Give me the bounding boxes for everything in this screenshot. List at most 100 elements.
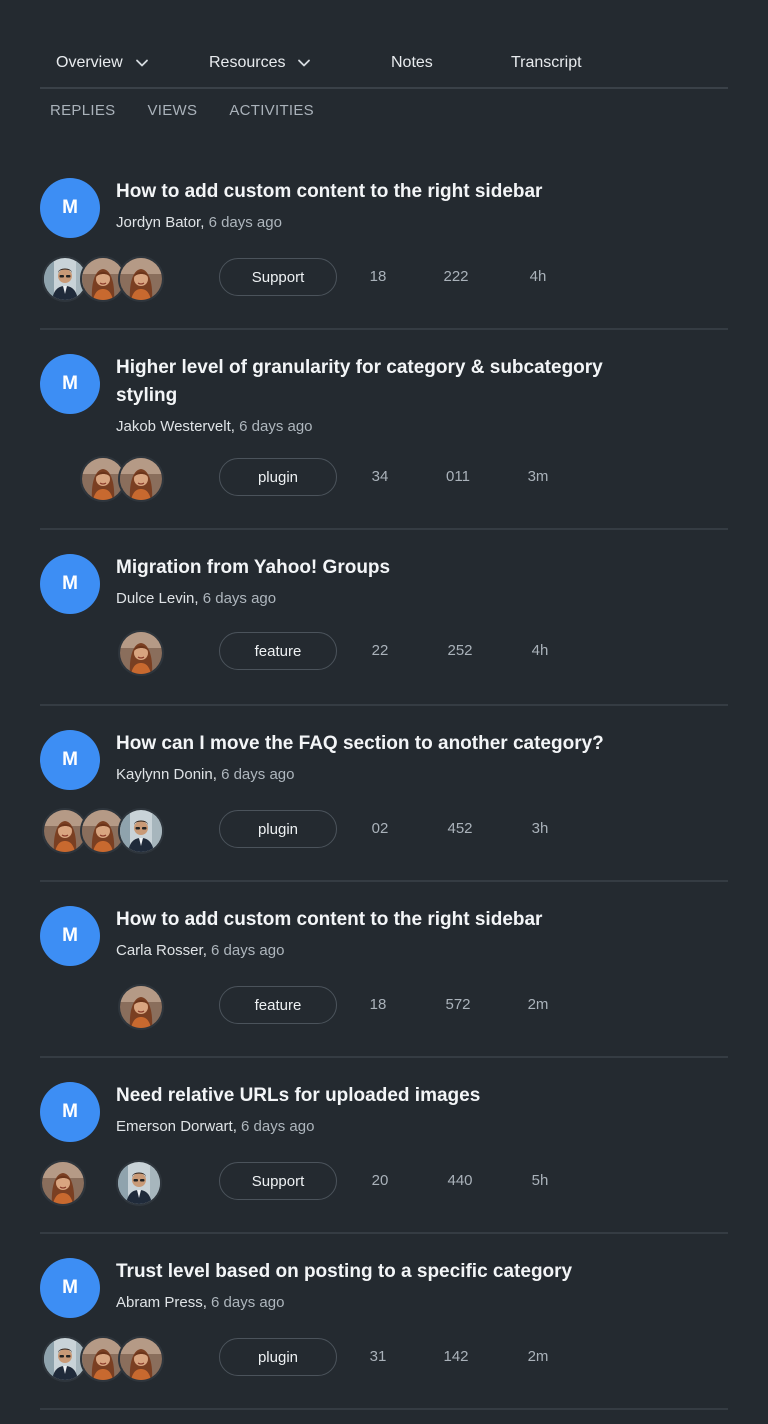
author-initial: M bbox=[62, 1101, 78, 1122]
column-tabs: REPLIES VIEWS ACTIVITIES bbox=[50, 102, 314, 119]
views-count: 142 bbox=[443, 1348, 469, 1365]
author-name[interactable]: Abram Press, bbox=[116, 1294, 207, 1311]
views-count: 452 bbox=[447, 820, 473, 837]
participants bbox=[40, 1336, 164, 1382]
tab-activities[interactable]: ACTIVITIES bbox=[229, 102, 314, 119]
author-initial: M bbox=[62, 197, 78, 218]
topic-meta: Kaylynn Donin, 6 days ago bbox=[116, 766, 294, 783]
author-avatar[interactable]: M bbox=[40, 554, 100, 614]
topic-title[interactable]: Trust level based on posting to a specif… bbox=[116, 1258, 616, 1286]
participant-avatar[interactable] bbox=[118, 1336, 164, 1382]
author-avatar[interactable]: M bbox=[40, 354, 100, 414]
topic-row[interactable]: M Trust level based on posting to a speci… bbox=[40, 1258, 728, 1410]
replies-count: 22 bbox=[371, 642, 389, 659]
nav-transcript[interactable]: Transcript bbox=[511, 54, 582, 72]
author-name[interactable]: Jordyn Bator, bbox=[116, 214, 204, 231]
activity-time[interactable]: 2m bbox=[513, 996, 563, 1013]
author-name[interactable]: Emerson Dorwart, bbox=[116, 1118, 237, 1135]
author-name[interactable]: Carla Rosser, bbox=[116, 942, 207, 959]
participants bbox=[40, 630, 164, 676]
category-tag[interactable]: plugin bbox=[219, 1338, 337, 1376]
topic-row[interactable]: M Higher level of granularity for categor… bbox=[40, 354, 728, 530]
participant-avatar[interactable] bbox=[118, 984, 164, 1030]
topic-title[interactable]: How can I move the FAQ section to anothe… bbox=[116, 730, 616, 758]
replies-count: 02 bbox=[371, 820, 389, 837]
author-initial: M bbox=[62, 573, 78, 594]
replies-count: 31 bbox=[369, 1348, 387, 1365]
tab-views[interactable]: VIEWS bbox=[147, 102, 197, 119]
author-avatar[interactable]: M bbox=[40, 1258, 100, 1318]
topic-list-page: Overview Resources Notes Transcript REPL… bbox=[0, 0, 768, 1424]
nav-transcript-label: Transcript bbox=[511, 54, 582, 71]
tab-replies[interactable]: REPLIES bbox=[50, 102, 115, 119]
category-tag[interactable]: feature bbox=[219, 632, 337, 670]
posted-time: 6 days ago bbox=[241, 1118, 315, 1135]
topic-meta: Emerson Dorwart, 6 days ago bbox=[116, 1118, 314, 1135]
author-name[interactable]: Dulce Levin, bbox=[116, 590, 199, 607]
topic-title[interactable]: How to add custom content to the right s… bbox=[116, 178, 616, 206]
views-count: 252 bbox=[447, 642, 473, 659]
participants bbox=[40, 984, 164, 1030]
category-tag[interactable]: feature bbox=[219, 986, 337, 1024]
topic-title[interactable]: Migration from Yahoo! Groups bbox=[116, 554, 616, 582]
author-initial: M bbox=[62, 925, 78, 946]
topic-meta: Abram Press, 6 days ago bbox=[116, 1294, 284, 1311]
activity-time[interactable]: 3m bbox=[513, 468, 563, 485]
topic-title[interactable]: Need relative URLs for uploaded images bbox=[116, 1082, 616, 1110]
author-initial: M bbox=[62, 1277, 78, 1298]
topic-row[interactable]: M How to add custom content to the right … bbox=[40, 178, 728, 330]
category-tag[interactable]: Support bbox=[219, 258, 337, 296]
posted-time: 6 days ago bbox=[239, 418, 313, 435]
author-name[interactable]: Jakob Westervelt, bbox=[116, 418, 235, 435]
topic-row[interactable]: M Migration from Yahoo! Groups Dulce Levin… bbox=[40, 554, 728, 706]
participant-avatar[interactable] bbox=[118, 256, 164, 302]
posted-time: 6 days ago bbox=[221, 766, 295, 783]
category-tag[interactable]: plugin bbox=[219, 810, 337, 848]
topic-row[interactable]: M Need relative URLs for uploaded images E… bbox=[40, 1082, 728, 1234]
activity-time[interactable]: 4h bbox=[515, 642, 565, 659]
nav-resources[interactable]: Resources bbox=[209, 54, 311, 72]
activity-time[interactable]: 5h bbox=[515, 1172, 565, 1189]
participants bbox=[40, 808, 164, 854]
topic-title[interactable]: Higher level of granularity for category… bbox=[116, 354, 616, 410]
nav-overview-label: Overview bbox=[56, 54, 123, 71]
category-tag[interactable]: Support bbox=[219, 1162, 337, 1200]
views-count: 011 bbox=[446, 468, 470, 485]
top-navigation: Overview Resources Notes Transcript bbox=[40, 44, 728, 89]
topic-row[interactable]: M How can I move the FAQ section to anoth… bbox=[40, 730, 728, 882]
replies-count: 34 bbox=[371, 468, 389, 485]
topic-row[interactable]: M How to add custom content to the right … bbox=[40, 906, 728, 1058]
author-avatar[interactable]: M bbox=[40, 730, 100, 790]
participant-avatar[interactable] bbox=[118, 630, 164, 676]
participant-avatar[interactable] bbox=[116, 1160, 162, 1206]
participants bbox=[40, 256, 164, 302]
posted-time: 6 days ago bbox=[211, 1294, 285, 1311]
participants bbox=[40, 456, 164, 502]
activity-time[interactable]: 4h bbox=[513, 268, 563, 285]
chevron-down-icon bbox=[135, 59, 148, 67]
author-avatar[interactable]: M bbox=[40, 1082, 100, 1142]
participant-avatar[interactable] bbox=[118, 456, 164, 502]
participant-avatar[interactable] bbox=[118, 808, 164, 854]
author-name[interactable]: Kaylynn Donin, bbox=[116, 766, 217, 783]
replies-count: 18 bbox=[369, 996, 387, 1013]
participant-avatar[interactable] bbox=[40, 1160, 86, 1206]
activity-time[interactable]: 2m bbox=[513, 1348, 563, 1365]
author-initial: M bbox=[62, 373, 78, 394]
topic-meta: Dulce Levin, 6 days ago bbox=[116, 590, 276, 607]
topic-title[interactable]: How to add custom content to the right s… bbox=[116, 906, 616, 934]
author-avatar[interactable]: M bbox=[40, 178, 100, 238]
nav-notes-label: Notes bbox=[391, 54, 433, 71]
category-tag[interactable]: plugin bbox=[219, 458, 337, 496]
views-count: 572 bbox=[445, 996, 471, 1013]
nav-notes[interactable]: Notes bbox=[391, 54, 433, 72]
activity-time[interactable]: 3h bbox=[515, 820, 565, 837]
nav-overview[interactable]: Overview bbox=[56, 54, 149, 72]
topic-meta: Carla Rosser, 6 days ago bbox=[116, 942, 284, 959]
author-avatar[interactable]: M bbox=[40, 906, 100, 966]
replies-count: 18 bbox=[369, 268, 387, 285]
views-count: 222 bbox=[443, 268, 469, 285]
topic-meta: Jordyn Bator, 6 days ago bbox=[116, 214, 282, 231]
views-count: 440 bbox=[447, 1172, 473, 1189]
posted-time: 6 days ago bbox=[202, 590, 277, 607]
